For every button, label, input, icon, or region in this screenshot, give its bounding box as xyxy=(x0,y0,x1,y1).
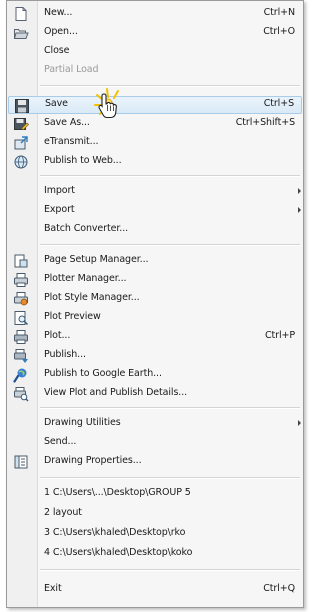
plot-icon xyxy=(14,330,28,344)
menu-item-save-as[interactable]: Save As... Ctrl+Shift+S xyxy=(7,115,303,133)
menu-item-close[interactable]: Close xyxy=(7,43,303,61)
menu-item-shortcut: Ctrl+O xyxy=(263,26,295,37)
open-folder-icon xyxy=(13,29,29,39)
menu-item-label: Page Setup Manager... xyxy=(44,254,149,265)
menu-separator xyxy=(40,244,300,246)
recent-file-1[interactable]: 1 C:\Users\...\Desktop\GROUP 5 xyxy=(7,485,303,503)
menu-separator xyxy=(40,85,300,87)
drawing-properties-icon xyxy=(14,455,28,469)
page-setup-icon xyxy=(14,254,28,268)
save-as-icon xyxy=(14,118,29,130)
menu-item-label: eTransmit... xyxy=(44,136,99,147)
submenu-arrow-icon xyxy=(298,188,301,194)
menu-item-label: Plot Preview xyxy=(44,311,101,322)
recent-file-4[interactable]: 4 C:\Users\khaled\Desktop\koko xyxy=(7,545,303,563)
menu-item-label: Open... xyxy=(44,26,78,37)
menu-item-export[interactable]: Export xyxy=(7,202,303,220)
menu-item-shortcut: Ctrl+P xyxy=(265,330,295,341)
menu-item-label: Close xyxy=(44,45,70,56)
menu-item-shortcut: Ctrl+Q xyxy=(263,583,295,594)
plot-preview-icon xyxy=(14,311,29,326)
menu-item-drawing-properties[interactable]: Drawing Properties... xyxy=(7,453,303,471)
menu-item-label: Save xyxy=(45,98,68,109)
menu-item-shortcut: Ctrl+S xyxy=(263,98,294,109)
menu-item-plotter-manager[interactable]: Plotter Manager... xyxy=(7,271,303,289)
menu-item-label: 4 C:\Users\khaled\Desktop\koko xyxy=(44,547,193,558)
menu-item-label: Exit xyxy=(44,583,62,594)
menu-item-open[interactable]: Open... Ctrl+O xyxy=(7,24,303,42)
publish-web-icon xyxy=(14,155,28,169)
publish-icon xyxy=(14,349,28,363)
menu-item-label: 3 C:\Users\khaled\Desktop\rko xyxy=(44,527,186,538)
menu-item-label: Send... xyxy=(44,436,77,447)
menu-separator xyxy=(40,175,300,177)
menu-item-label: Batch Converter... xyxy=(44,223,129,234)
menu-item-publish[interactable]: Publish... xyxy=(7,347,303,365)
menu-item-page-setup[interactable]: Page Setup Manager... xyxy=(7,252,303,270)
submenu-arrow-icon xyxy=(298,207,301,213)
menu-item-plot-preview[interactable]: Plot Preview xyxy=(7,309,303,327)
menu-separator xyxy=(40,569,300,571)
menu-item-plot-style-manager[interactable]: Plot Style Manager... xyxy=(7,290,303,308)
plot-details-icon xyxy=(14,387,29,402)
menu-item-label: Drawing Properties... xyxy=(44,455,142,466)
menu-item-drawing-utilities[interactable]: Drawing Utilities xyxy=(7,415,303,433)
menu-item-label: Publish to Google Earth... xyxy=(44,368,162,379)
plotter-manager-icon xyxy=(14,273,28,287)
menu-item-label: Plot... xyxy=(44,330,71,341)
menu-item-shortcut: Ctrl+Shift+S xyxy=(235,117,295,128)
menu-item-import[interactable]: Import xyxy=(7,183,303,201)
menu-item-batch-converter[interactable]: Batch Converter... xyxy=(7,221,303,239)
menu-item-google-earth[interactable]: Publish to Google Earth... xyxy=(7,366,303,384)
menu-item-etransmit[interactable]: eTransmit... xyxy=(7,134,303,152)
menu-item-label: New... xyxy=(44,7,73,18)
new-file-icon xyxy=(15,7,27,21)
menu-separator xyxy=(40,407,300,409)
menu-item-label: View Plot and Publish Details... xyxy=(44,387,188,398)
menu-item-label: Import xyxy=(44,185,75,196)
menu-separator xyxy=(40,477,300,479)
menu-item-plot[interactable]: Plot... Ctrl+P xyxy=(7,328,303,346)
save-icon xyxy=(15,99,29,113)
submenu-arrow-icon xyxy=(298,420,301,426)
menu-item-label: 1 C:\Users\...\Desktop\GROUP 5 xyxy=(44,487,191,498)
recent-file-2[interactable]: 2 layout xyxy=(7,505,303,523)
menu-item-shortcut: Ctrl+N xyxy=(263,7,295,18)
menu-item-label: Publish... xyxy=(44,349,86,360)
menu-item-label: Save As... xyxy=(44,117,90,128)
etransmit-icon xyxy=(14,136,28,150)
menu-item-label: Publish to Web... xyxy=(44,155,122,166)
recent-file-3[interactable]: 3 C:\Users\khaled\Desktop\rko xyxy=(7,525,303,543)
menu-item-new[interactable]: New... Ctrl+N xyxy=(7,5,303,23)
menu-item-publish-web[interactable]: Publish to Web... xyxy=(7,153,303,171)
menu-item-exit[interactable]: Exit Ctrl+Q xyxy=(7,581,303,599)
menu-item-label: Drawing Utilities xyxy=(44,417,121,428)
menu-item-send[interactable]: Send... xyxy=(7,434,303,452)
menu-item-label: Plotter Manager... xyxy=(44,273,127,284)
menu-item-label: Plot Style Manager... xyxy=(44,292,140,303)
menu-item-label: Partial Load xyxy=(44,64,99,75)
menu-item-save[interactable]: Save Ctrl+S xyxy=(8,88,302,119)
menu-item-view-plot-details[interactable]: View Plot and Publish Details... xyxy=(7,385,303,403)
google-earth-icon xyxy=(13,368,27,383)
menu-item-partial-load: Partial Load xyxy=(7,62,303,80)
file-menu: New... Ctrl+N Open... Ctrl+O Close Parti… xyxy=(6,0,304,608)
menu-item-label: Export xyxy=(44,204,75,215)
plot-style-icon xyxy=(14,292,28,306)
menu-item-label: 2 layout xyxy=(44,507,82,518)
